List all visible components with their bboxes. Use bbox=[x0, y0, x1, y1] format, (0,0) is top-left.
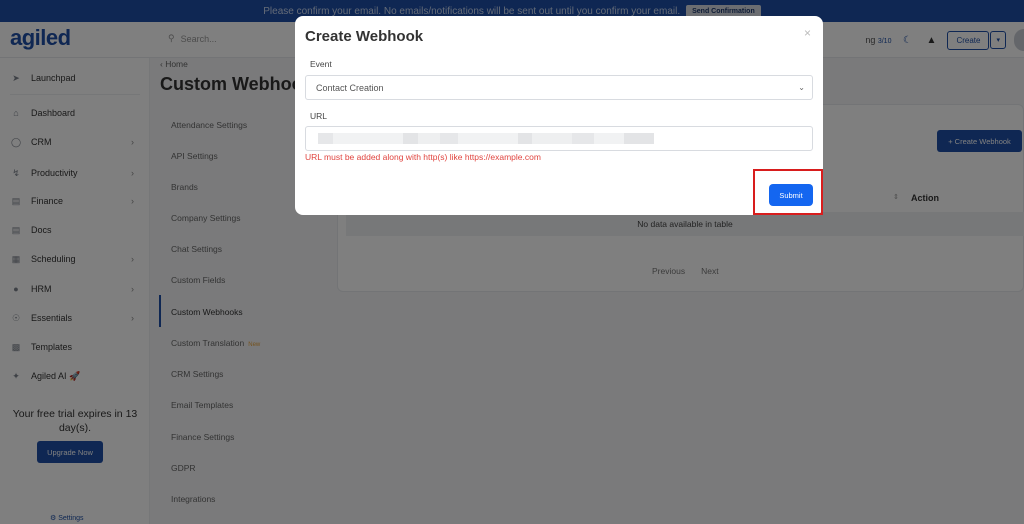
url-label: URL bbox=[310, 111, 328, 121]
url-error-message: URL must be added along with http(s) lik… bbox=[305, 152, 541, 162]
close-icon[interactable]: × bbox=[804, 26, 811, 40]
redacted-url-value bbox=[318, 133, 654, 144]
event-selected-value: Contact Creation bbox=[316, 82, 384, 93]
event-label: Event bbox=[310, 59, 332, 69]
create-webhook-modal: Create Webhook × Event Contact Creation … bbox=[295, 16, 823, 215]
chevron-down-icon: ⌄ bbox=[798, 83, 805, 92]
modal-title: Create Webhook bbox=[305, 28, 424, 45]
submit-button[interactable]: Submit bbox=[769, 184, 813, 206]
url-input[interactable] bbox=[305, 126, 813, 151]
event-select[interactable]: Contact Creation ⌄ bbox=[305, 75, 813, 100]
